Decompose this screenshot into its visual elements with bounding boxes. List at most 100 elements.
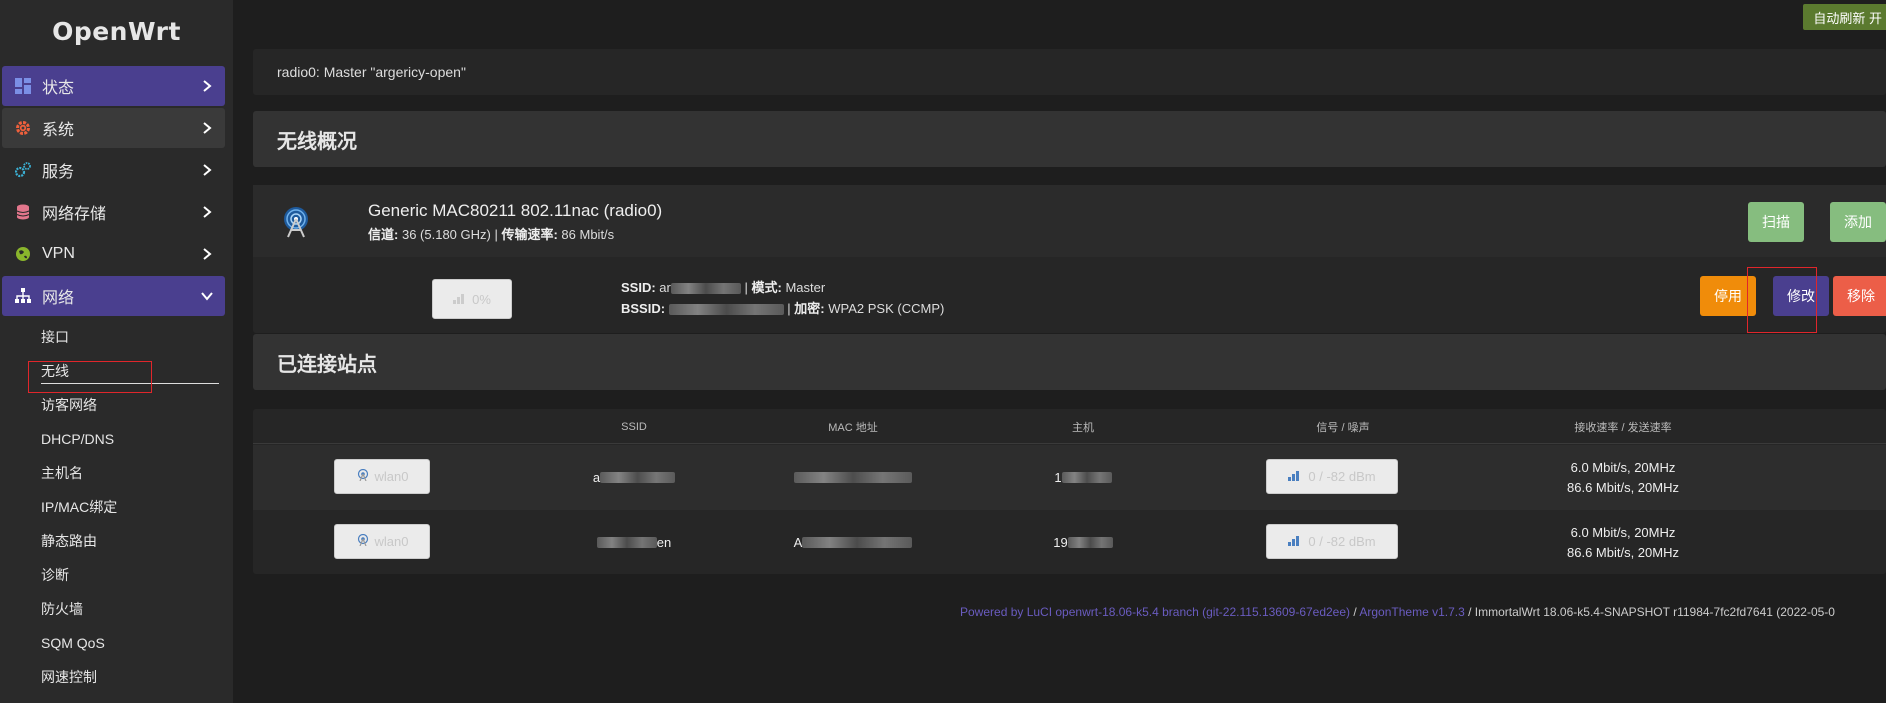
theme-link[interactable]: ArgonTheme v1.7.3 (1359, 605, 1464, 619)
highlight-box (1747, 267, 1817, 333)
radio-name: Generic MAC80211 802.11nac (radio0) (368, 201, 663, 220)
subnav-sqm-qos[interactable]: SQM QoS (41, 626, 219, 660)
signal-noise-text: 0 / -82 dBm (1308, 534, 1376, 549)
redacted-host (1067, 537, 1113, 548)
signal-percent: 0% (472, 291, 491, 307)
chevron-right-icon (199, 120, 215, 136)
table-header: SSID MAC 地址 主机 信号 / 噪声 接收速率 / 发送速率 (253, 409, 1886, 444)
nav-item-vpn[interactable]: VPN (2, 234, 225, 274)
autorefresh-toggle[interactable]: 自动刷新 开 (1803, 4, 1886, 30)
channel-label: 信道: (368, 227, 399, 242)
iface-badge[interactable]: wlan0 (334, 524, 430, 559)
scan-button[interactable]: 扫描 (1748, 202, 1804, 242)
main-content: 自动刷新 开 radio0: Master "argericy-open" 无线… (233, 0, 1886, 703)
nav-item-nas[interactable]: 网络存储 (2, 192, 225, 232)
logo[interactable]: OpenWrt (0, 0, 233, 62)
col-host: 主机 (1072, 421, 1094, 434)
notice-bar: radio0: Master "argericy-open" (253, 49, 1886, 95)
nav-item-status[interactable]: 状态 (2, 66, 225, 106)
signal-noise-text: 0 / -82 dBm (1308, 469, 1376, 484)
ssid-line: SSID: ar | 模式: Master (621, 280, 826, 295)
station-mac (753, 445, 953, 510)
footer: Powered by LuCI openwrt-18.06-k5.4 branc… (960, 605, 1835, 619)
mode-label: 模式: (751, 280, 782, 295)
signal-noise-badge: 0 / -82 dBm (1266, 459, 1398, 494)
encryption-value: WPA2 PSK (CCMP) (828, 301, 945, 316)
subnav-static-routes[interactable]: 静态路由 (41, 524, 219, 558)
host-text: 1 (1054, 469, 1062, 485)
luci-link[interactable]: Powered by LuCI openwrt-18.06-k5.4 branc… (960, 605, 1350, 619)
nav-item-services[interactable]: 服务 (2, 150, 225, 190)
redacted-host (1061, 472, 1112, 483)
col-signal-noise: 信号 / 噪声 (1316, 421, 1370, 434)
section-title-stations: 已连接站点 (253, 334, 1886, 390)
nav-item-label: 状态 (42, 80, 75, 97)
station-ssid: a (561, 445, 707, 510)
subnav-diagnostics[interactable]: 诊断 (41, 558, 219, 592)
dashboard-icon (14, 77, 32, 95)
nav-item-system[interactable]: 系统 (2, 108, 225, 148)
ssid-label: SSID: (621, 280, 656, 295)
col-ssid: SSID (621, 420, 647, 433)
subnav-ip-mac-binding[interactable]: IP/MAC绑定 (41, 490, 219, 524)
col-mac: MAC 地址 (828, 421, 878, 434)
subnav-dhcp-dns[interactable]: DHCP/DNS (41, 422, 219, 456)
subnav-guest-network[interactable]: 访客网络 (41, 388, 219, 422)
subnav-speed-control[interactable]: 网速控制 (41, 660, 219, 694)
bssid-label: BSSID: (621, 301, 666, 316)
station-rates: 6.0 Mbit/s, 20MHz 86.6 Mbit/s, 20MHz (1483, 510, 1763, 575)
redacted-ssid (596, 537, 657, 548)
vpn-globe-icon (14, 245, 32, 263)
rate-label: 传输速率: (501, 227, 558, 242)
host-text: 19 (1053, 534, 1068, 550)
chevron-right-icon (199, 162, 215, 178)
sidebar: OpenWrt 状态 系统 服务 网络存储 VPN 网络 接口 无线 访客网络 … (0, 0, 233, 703)
notice-text: radio0: Master "argericy-open" (277, 64, 466, 80)
encryption-label: 加密: (794, 301, 825, 316)
subnav-interfaces[interactable]: 接口 (41, 320, 219, 354)
iface-name: wlan0 (374, 469, 409, 484)
subnav-firewall[interactable]: 防火墙 (41, 592, 219, 626)
build-info: ImmortalWrt 18.06-k5.4-SNAPSHOT r11984-7… (1474, 605, 1835, 619)
radio-device-row: Generic MAC80211 802.11nac (radio0) 信道: … (253, 185, 1886, 257)
col-rx-tx: 接收速率 / 发送速率 (1574, 421, 1672, 434)
add-button[interactable]: 添加 (1830, 202, 1886, 242)
wifi-icon (356, 533, 370, 549)
gears-icon (14, 161, 32, 179)
radio-details: 信道: 36 (5.180 GHz) | 传输速率: 86 Mbit/s (368, 227, 615, 242)
redacted-ssid (670, 283, 741, 295)
chevron-right-icon (199, 246, 215, 262)
chevron-right-icon (199, 78, 215, 94)
ssid-text: a (592, 469, 601, 485)
footer-separator: / (1350, 605, 1360, 619)
iface-badge[interactable]: wlan0 (334, 459, 430, 494)
nav-item-label: 网络 (42, 290, 75, 307)
wifi-icon (356, 468, 370, 484)
highlight-box (28, 361, 152, 393)
nav-item-network[interactable]: 网络 (2, 276, 225, 316)
table-row: wlan0 en A 19 0 / -82 dBm 6.0 Mbit/s, 20… (253, 510, 1886, 575)
iface-name: wlan0 (374, 534, 409, 549)
rx-rate: 6.0 Mbit/s, 20MHz (1570, 459, 1676, 475)
database-icon (14, 203, 32, 221)
subnav-hostnames[interactable]: 主机名 (41, 456, 219, 490)
signal-noise-badge: 0 / -82 dBm (1266, 524, 1398, 559)
ssid-value: ar (659, 280, 671, 295)
signal-bars-icon (1288, 469, 1302, 484)
nav-item-label: 系统 (42, 122, 75, 139)
redacted-mac (794, 472, 912, 483)
station-rates: 6.0 Mbit/s, 20MHz 86.6 Mbit/s, 20MHz (1483, 445, 1763, 510)
table-row: wlan0 a 1 0 / -82 dBm 6.0 Mbit/s, 20MHz … (253, 445, 1886, 510)
mac-text: A (793, 534, 803, 550)
chevron-right-icon (199, 204, 215, 220)
signal-indicator: 0% (432, 279, 512, 319)
signal-bars-icon (453, 292, 467, 307)
sitemap-icon (14, 287, 32, 305)
station-ssid: en (561, 510, 707, 575)
station-mac: A (753, 510, 953, 575)
bssid-line: BSSID: | 加密: WPA2 PSK (CCMP) (621, 301, 945, 316)
mode-value: Master (785, 280, 826, 295)
remove-button[interactable]: 移除 (1833, 276, 1886, 316)
tx-rate: 86.6 Mbit/s, 20MHz (1567, 479, 1679, 495)
rate-value: 86 Mbit/s (561, 227, 615, 242)
